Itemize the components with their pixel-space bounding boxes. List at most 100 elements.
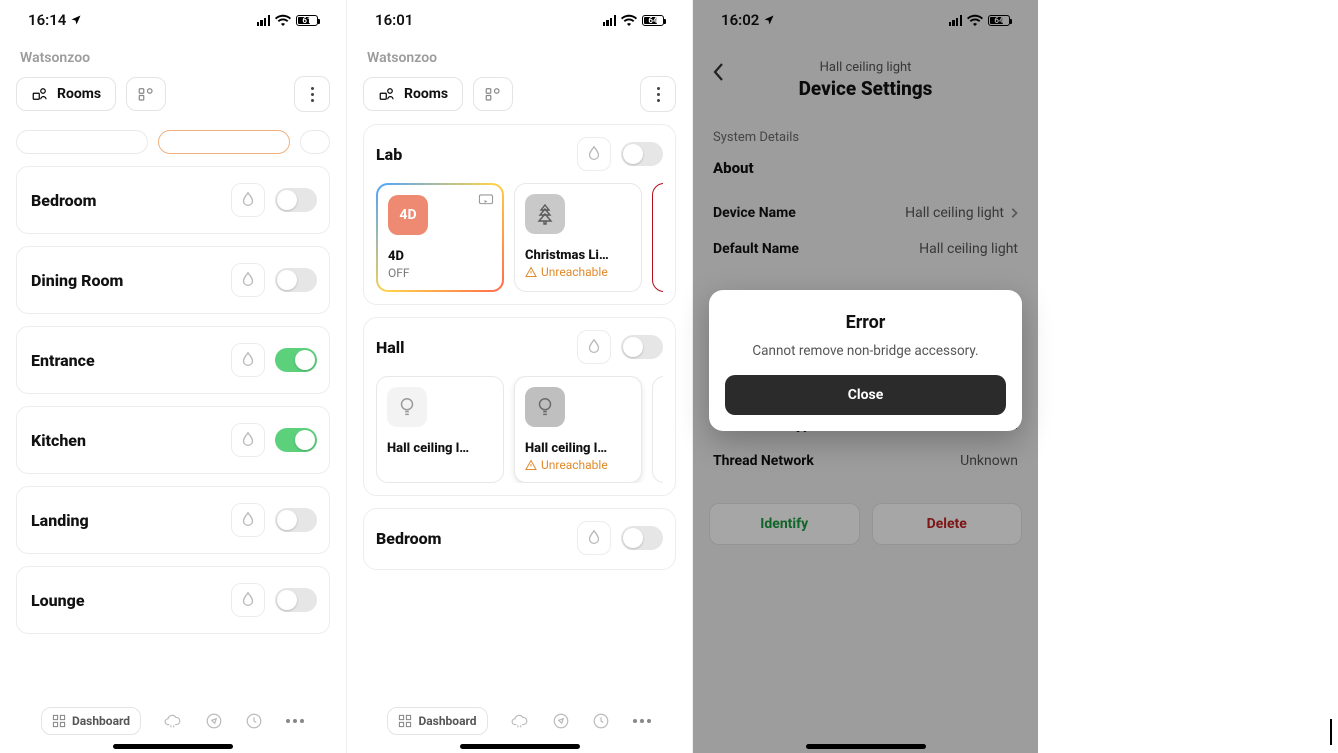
more-menu-button[interactable]: [294, 76, 330, 112]
blank-region: [1038, 0, 1338, 753]
tile-warning: Unreachable: [525, 265, 631, 279]
wifi-icon: [275, 14, 291, 26]
humidity-icon[interactable]: [577, 521, 611, 555]
nav-explore-icon[interactable]: [205, 712, 223, 730]
room-section-hall: Hall Hall ceiling l… H: [363, 317, 676, 496]
cast-icon: [478, 193, 494, 207]
room-section-bedroom: Bedroom: [363, 508, 676, 570]
device-tile-christmas[interactable]: Christmas Li… Unreachable: [514, 183, 642, 292]
room-toggle[interactable]: [275, 508, 317, 532]
tile-name: 4D: [388, 249, 492, 264]
settings-subtitle: Hall ceiling light: [693, 60, 1038, 75]
devices-chip[interactable]: [473, 77, 513, 111]
home-indicator[interactable]: [806, 744, 926, 749]
cellular-icon: [257, 15, 270, 26]
kv-value: Unknown: [960, 453, 1018, 469]
room-toggle[interactable]: [621, 142, 663, 166]
room-toggle[interactable]: [275, 428, 317, 452]
delete-button[interactable]: Delete: [872, 503, 1023, 545]
room-row-entrance[interactable]: Entrance: [16, 326, 330, 394]
humidity-icon[interactable]: [577, 330, 611, 364]
room-toggle[interactable]: [275, 588, 317, 612]
room-name-label: Landing: [31, 511, 89, 530]
humidity-icon[interactable]: [231, 263, 265, 297]
room-name-label: Bedroom: [31, 191, 97, 210]
modal-close-button[interactable]: Close: [725, 375, 1006, 415]
section-title[interactable]: Bedroom: [376, 529, 442, 548]
rooms-chip[interactable]: Rooms: [363, 77, 463, 111]
humidity-icon[interactable]: [231, 583, 265, 617]
nav-dashboard-label: Dashboard: [418, 714, 476, 728]
vertical-dots-icon: [311, 87, 314, 102]
kv-key: Thread Network: [713, 453, 814, 469]
humidity-icon[interactable]: [577, 137, 611, 171]
humidity-icon[interactable]: [231, 423, 265, 457]
battery-icon: 64: [988, 15, 1010, 26]
home-indicator[interactable]: [113, 744, 233, 749]
room-toggle[interactable]: [621, 526, 663, 550]
tile-icon-4d: 4D: [388, 195, 428, 235]
cellular-icon: [949, 15, 962, 26]
room-row-dining[interactable]: Dining Room: [16, 246, 330, 314]
screen-3-device-settings: 16:02 64 Hall ceiling light Device Setti…: [692, 0, 1038, 753]
location-arrow-icon: [70, 14, 82, 26]
nav-dashboard[interactable]: Dashboard: [41, 707, 141, 735]
rooms-list: Bedroom Dining Room Entrance: [16, 130, 330, 634]
device-tile-hall-3[interactable]: Hall c: [652, 376, 663, 483]
bottom-nav: Dashboard: [0, 707, 346, 735]
battery-icon: 64: [642, 15, 664, 26]
bulb-icon: [387, 387, 427, 427]
nav-explore-icon[interactable]: [552, 712, 570, 730]
room-name-label: Dining Room: [31, 271, 123, 290]
battery-icon: 61: [296, 15, 318, 26]
room-row-kitchen[interactable]: Kitchen: [16, 406, 330, 474]
tile-name: Hall ceiling l…: [525, 441, 631, 456]
nav-weather-icon[interactable]: [163, 712, 183, 730]
row-device-name[interactable]: Device Name Hall ceiling light: [709, 195, 1022, 231]
humidity-icon[interactable]: [231, 183, 265, 217]
room-toggle[interactable]: [275, 348, 317, 372]
room-toggle[interactable]: [275, 268, 317, 292]
section-title[interactable]: Hall: [376, 338, 404, 357]
devices-chip[interactable]: [126, 77, 166, 111]
about-title: About: [713, 159, 1022, 177]
nav-weather-icon[interactable]: [510, 712, 530, 730]
room-toggle[interactable]: [275, 188, 317, 212]
nav-history-icon[interactable]: [245, 712, 263, 730]
room-row-landing[interactable]: Landing: [16, 486, 330, 554]
device-tile-4d[interactable]: 4D 4D OFF: [376, 183, 504, 292]
humidity-icon[interactable]: [231, 343, 265, 377]
vertical-dots-icon: [657, 87, 660, 102]
rooms-chip[interactable]: Rooms: [16, 77, 116, 111]
section-title[interactable]: Lab: [376, 145, 402, 164]
nav-dashboard[interactable]: Dashboard: [387, 707, 487, 735]
room-name-label: Kitchen: [31, 431, 86, 450]
status-time: 16:14: [28, 11, 66, 29]
nav-more-icon[interactable]: [285, 718, 305, 724]
nav-history-icon[interactable]: [592, 712, 610, 730]
identify-button[interactable]: Identify: [709, 503, 860, 545]
tree-icon: [525, 194, 565, 234]
back-button[interactable]: [711, 62, 725, 82]
partial-tiles-peek: [16, 130, 330, 154]
location-arrow-icon: [763, 14, 775, 26]
room-row-lounge[interactable]: Lounge: [16, 566, 330, 634]
room-toggle[interactable]: [621, 335, 663, 359]
tile-warning: Unreachable: [525, 458, 631, 472]
device-tile-hall-1[interactable]: Hall ceiling l…: [376, 376, 504, 483]
nav-more-icon[interactable]: [632, 718, 652, 724]
wifi-icon: [621, 14, 637, 26]
humidity-icon[interactable]: [231, 503, 265, 537]
device-tile-hall-2[interactable]: Hall ceiling l… Unreachable: [514, 376, 642, 483]
status-bar: 16:02 64: [693, 0, 1038, 40]
kv-key: Device Name: [713, 205, 796, 221]
status-bar: 16:01 64: [347, 0, 692, 40]
room-row-bedroom[interactable]: Bedroom: [16, 166, 330, 234]
kv-value: Hall ceiling light: [919, 241, 1018, 257]
device-tile-nano[interactable]: Nano 100%: [652, 183, 663, 292]
action-buttons: Identify Delete: [709, 503, 1022, 545]
home-indicator[interactable]: [460, 744, 580, 749]
more-menu-button[interactable]: [640, 76, 676, 112]
error-modal: Error Cannot remove non-bridge accessory…: [709, 290, 1022, 431]
room-section-lab: Lab 4D 4D OFF: [363, 124, 676, 305]
